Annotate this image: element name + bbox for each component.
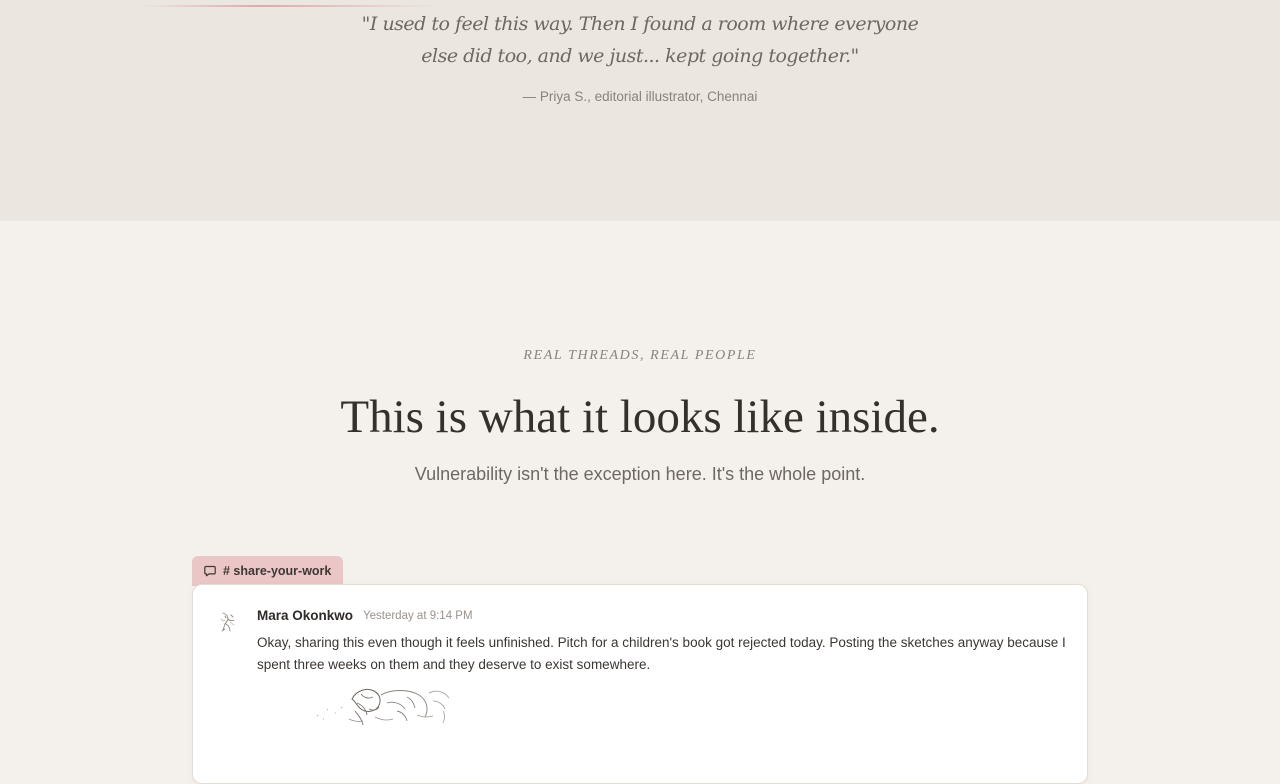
decorative-rule <box>140 5 440 7</box>
inside-section: REAL THREADS, REAL PEOPLE This is what i… <box>0 221 1280 784</box>
quote-attribution: — Priya S., editorial illustrator, Chenn… <box>522 89 758 104</box>
channel-name: # share-your-work <box>223 564 332 578</box>
section-eyebrow: REAL THREADS, REAL PEOPLE <box>523 348 757 363</box>
message-text: Okay, sharing this even though it feels … <box>257 635 1066 672</box>
sketch-attachment[interactable] <box>257 685 527 725</box>
quote-line: "I used to feel this way. Then I found a… <box>361 13 919 35</box>
channel-tab[interactable]: # share-your-work <box>192 556 344 586</box>
avatar <box>214 608 242 636</box>
quote-line: else did too, and we just... kept going … <box>421 45 859 67</box>
testimonial-section: "I used to feel this way. Then I found a… <box>0 0 1280 221</box>
message-timestamp: Yesterday at 9:14 PM <box>363 610 473 622</box>
testimonial-quote: "I used to feel this way. Then I found a… <box>340 8 940 72</box>
section-subhead: Vulnerability isn't the exception here. … <box>414 464 866 484</box>
section-headline: This is what it looks like inside. <box>340 391 940 443</box>
message-card: Mara Okonkwo Yesterday at 9:14 PM Okay, … <box>192 584 1088 784</box>
message-author[interactable]: Mara Okonkwo <box>257 608 353 623</box>
chat-bubble-icon <box>204 565 216 577</box>
